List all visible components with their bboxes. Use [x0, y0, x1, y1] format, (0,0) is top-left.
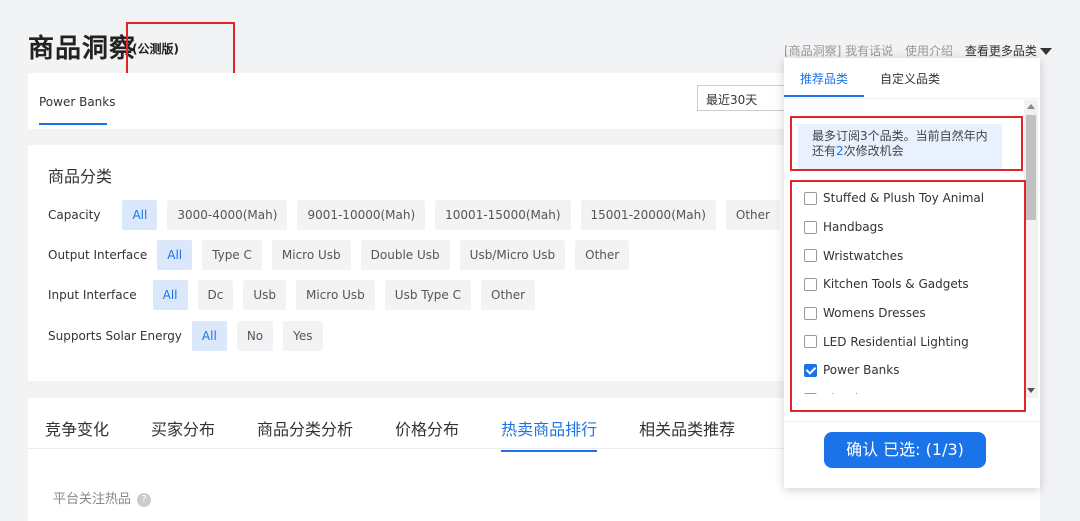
filter-chip[interactable]: All	[157, 240, 193, 270]
filter-chip[interactable]: 15001-20000(Mah)	[580, 200, 716, 230]
filter-chip[interactable]: Double Usb	[360, 240, 450, 270]
tab-category-analysis[interactable]: 商品分类分析	[257, 416, 353, 452]
more-categories-link[interactable]: 查看更多品类	[965, 44, 1052, 58]
filter-row-output-interface: Output Interface All Type C Micro Usb Do…	[48, 240, 639, 270]
help-icon[interactable]: ?	[137, 492, 152, 507]
caret-down-icon	[1039, 48, 1052, 55]
filter-chip[interactable]: No	[236, 321, 274, 351]
filter-chip[interactable]: 9001-10000(Mah)	[297, 200, 426, 230]
tab-competition[interactable]: 竞争变化	[45, 416, 109, 452]
filter-chip[interactable]: Type C	[202, 240, 262, 270]
filter-chip[interactable]: All	[152, 280, 188, 310]
page-title: 商品洞察	[28, 34, 137, 64]
tab-buyer-distribution[interactable]: 买家分布	[151, 416, 215, 452]
filter-row-capacity: Capacity All 3000-4000(Mah) 9001-10000(M…	[48, 200, 790, 230]
filter-row-input-interface: Input Interface All Dc Usb Micro Usb Usb…	[48, 280, 545, 310]
filter-chip[interactable]: Usb/Micro Usb	[459, 240, 566, 270]
top-links: [商品洞察] 我有话说 使用介绍 查看更多品类	[784, 42, 1060, 59]
more-categories-label: 查看更多品类	[964, 44, 1037, 58]
scroll-down-icon[interactable]	[1027, 388, 1035, 393]
scroll-thumb[interactable]	[1026, 115, 1036, 220]
filter-row-solar: Supports Solar Energy All No Yes	[48, 321, 333, 351]
tab-custom[interactable]: 自定义品类	[880, 70, 940, 87]
scroll-up-icon[interactable]	[1027, 104, 1035, 109]
confirm-button[interactable]: 确认 已选: (1/3)	[824, 432, 986, 468]
filter-chip[interactable]: Yes	[283, 321, 323, 351]
tab-hot-ranking[interactable]: 热卖商品排行	[501, 416, 598, 452]
filter-label: Supports Solar Energy	[48, 329, 182, 343]
filter-label: Output Interface	[48, 248, 148, 262]
tab-power-banks[interactable]: Power Banks	[39, 95, 116, 109]
filter-chip[interactable]: All	[122, 200, 158, 230]
tab-price-distribution[interactable]: 价格分布	[395, 416, 459, 452]
filter-label: Input Interface	[48, 288, 137, 302]
dropdown-divider	[784, 421, 1040, 422]
filter-chip[interactable]: Other	[575, 240, 630, 270]
scrollbar[interactable]	[1024, 100, 1038, 398]
filter-chip[interactable]: Micro Usb	[271, 240, 351, 270]
filter-chip[interactable]: All	[191, 321, 227, 351]
dropdown-tabs: 推荐品类 自定义品类	[784, 58, 1040, 99]
tab-recommended[interactable]: 推荐品类	[800, 70, 848, 87]
filter-label: Capacity	[48, 208, 101, 222]
dropdown-tab-indicator	[784, 95, 864, 97]
filter-chip[interactable]: Other	[481, 280, 536, 310]
highlight-box-list	[790, 180, 1026, 412]
filter-chip[interactable]: Usb Type C	[384, 280, 472, 310]
feedback-link[interactable]: [商品洞察] 我有话说	[784, 44, 893, 58]
filter-chip[interactable]: 10001-15000(Mah)	[435, 200, 571, 230]
subtitle-text: 平台关注热品	[53, 492, 132, 507]
filter-chip[interactable]: Micro Usb	[296, 280, 375, 310]
tab-related-categories[interactable]: 相关品类推荐	[639, 416, 735, 452]
filter-chip[interactable]: Other	[725, 200, 780, 230]
intro-link[interactable]: 使用介绍	[905, 44, 953, 58]
filters-heading: 商品分类	[48, 167, 113, 186]
filter-chip[interactable]: Usb	[243, 280, 287, 310]
section-subtitle: 平台关注热品?	[53, 488, 152, 507]
filter-chip[interactable]: 3000-4000(Mah)	[167, 200, 288, 230]
tab-active-indicator	[39, 123, 107, 125]
filter-chip[interactable]: Dc	[197, 280, 234, 310]
analysis-tabs: 竞争变化 买家分布 商品分类分析 价格分布 热卖商品排行 相关品类推荐	[45, 416, 777, 452]
highlight-box-notice	[790, 116, 1023, 171]
